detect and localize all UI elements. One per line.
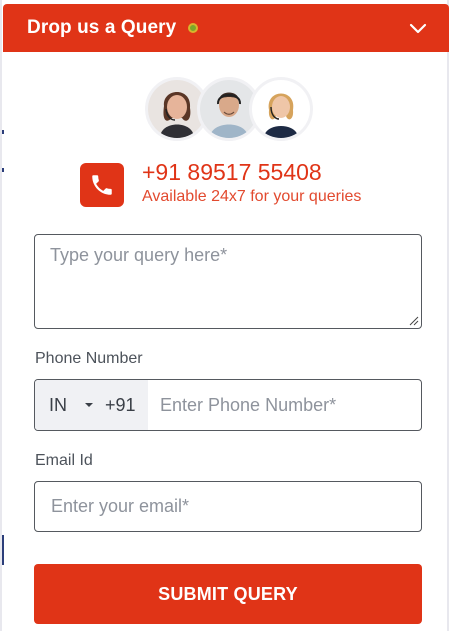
- support-agents-avatars: [145, 77, 315, 143]
- country-code-select[interactable]: IN +91: [35, 380, 148, 430]
- phone-input[interactable]: [148, 380, 421, 430]
- page-edge-mark: [2, 168, 4, 172]
- availability-text: Available 24x7 for your queries: [142, 188, 362, 205]
- phone-icon-button[interactable]: [80, 163, 124, 207]
- email-label: Email Id: [35, 452, 93, 469]
- phone-icon: [92, 175, 112, 195]
- query-textarea[interactable]: [34, 234, 422, 329]
- dial-code: +91: [105, 394, 136, 415]
- submit-query-button[interactable]: SUBMIT QUERY: [34, 564, 422, 624]
- chevron-down-icon[interactable]: [409, 19, 427, 37]
- page-edge-mark: [2, 535, 4, 565]
- query-widget: Drop us a Query +91 89517 55408 Availabl…: [0, 0, 449, 631]
- phone-number-label: Phone Number: [35, 350, 143, 367]
- country-code: IN: [49, 394, 67, 415]
- resize-handle-icon[interactable]: [408, 315, 419, 326]
- phone-field: IN +91: [34, 379, 422, 431]
- page-edge-mark: [2, 130, 4, 134]
- support-phone-number[interactable]: +91 89517 55408: [142, 159, 322, 186]
- email-field: [34, 481, 422, 532]
- widget-header[interactable]: Drop us a Query: [3, 4, 449, 52]
- widget-title: Drop us a Query: [27, 17, 177, 38]
- online-status-icon: [188, 23, 199, 33]
- avatar: [249, 77, 313, 141]
- caret-down-icon: [85, 403, 93, 407]
- email-input[interactable]: [51, 482, 405, 531]
